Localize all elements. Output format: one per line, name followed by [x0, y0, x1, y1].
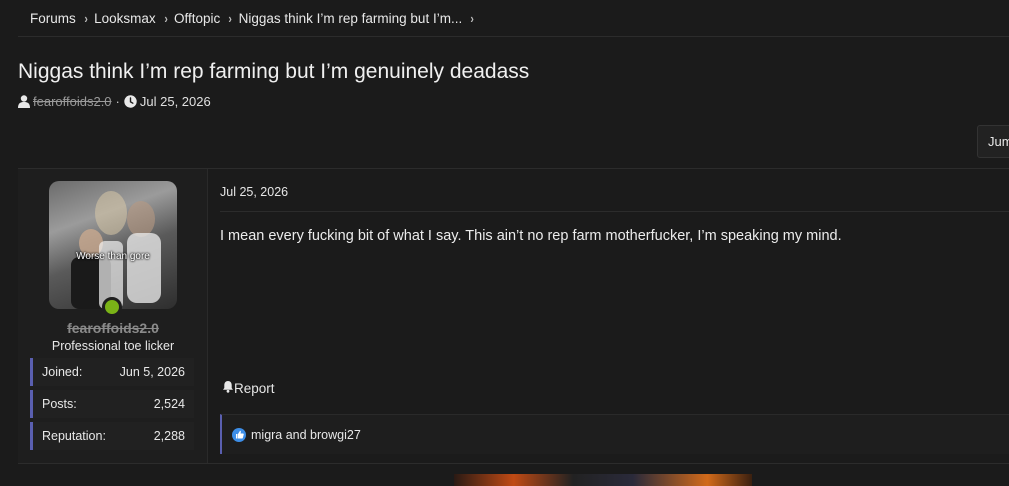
post-message: Jul 25, 2026 I mean every fucking bit of… — [208, 169, 1009, 463]
reactions-users[interactable]: migra and browgi27 — [251, 428, 361, 442]
breadcrumb: Forums › Looksmax › Offtopic › Niggas th… — [18, 0, 1009, 37]
thumbs-up-icon — [232, 427, 246, 442]
stat-label: Reputation: — [42, 429, 106, 443]
chevron-right-icon[interactable]: › — [471, 11, 474, 26]
post-body: I mean every fucking bit of what I say. … — [220, 228, 842, 244]
chevron-right-icon: › — [84, 10, 88, 26]
bell-icon — [222, 380, 234, 396]
stat-posts: Posts: 2,524 — [30, 390, 194, 418]
stat-joined: Joined: Jun 5, 2026 — [30, 358, 194, 386]
page-title: Niggas think I’m rep farming but I’m gen… — [18, 60, 530, 83]
post-username[interactable]: fearoffoids2.0 — [18, 320, 208, 336]
report-label[interactable]: Report — [234, 381, 275, 396]
jump-to-new-button[interactable]: Jum — [977, 125, 1009, 158]
breadcrumb-item-offtopic[interactable]: Offtopic — [174, 11, 220, 26]
stat-label: Joined: — [42, 365, 83, 379]
stat-value: 2,288 — [153, 429, 185, 443]
breadcrumb-label[interactable]: Forums — [30, 11, 76, 26]
breadcrumb-item-forums[interactable]: Forums — [30, 11, 76, 26]
breadcrumb-item-thread[interactable]: Niggas think I’m rep farming but I’m... — [239, 11, 463, 26]
avatar-image — [71, 191, 161, 309]
avatar-caption: Worse than gore — [76, 251, 150, 262]
avatar[interactable]: Worse than gore — [49, 181, 177, 309]
online-status-indicator — [102, 297, 122, 317]
chevron-right-icon: › — [164, 10, 168, 26]
stat-reputation: Reputation: 2,288 — [30, 422, 194, 450]
chevron-right-icon: › — [228, 10, 233, 26]
stat-value[interactable]: 2,524 — [154, 397, 185, 411]
post: Worse than gore fearoffoids2.0 Professio… — [18, 168, 1009, 464]
user-title: Professional toe licker — [51, 339, 175, 353]
thread-date-link[interactable]: Jul 25, 2026 — [140, 94, 211, 109]
clock-icon — [124, 95, 137, 108]
stat-value: Jun 5, 2026 — [119, 365, 185, 379]
breadcrumb-label[interactable]: Niggas think I’m rep farming but I’m... — [239, 11, 463, 26]
stat-label: Posts: — [42, 397, 77, 411]
reactions-bar[interactable]: migra and browgi27 — [220, 414, 1009, 454]
meta-separator: · — [115, 94, 120, 109]
thread-author-link[interactable]: fearoffoids2.0 — [33, 94, 112, 109]
breadcrumb-label[interactable]: Looksmax — [94, 11, 156, 26]
thread-meta: fearoffoids2.0 · Jul 25, 2026 — [18, 94, 211, 109]
breadcrumb-label[interactable]: Offtopic — [174, 11, 220, 26]
next-post-image — [454, 474, 752, 486]
user-icon — [18, 95, 30, 108]
post-user-cell: Worse than gore fearoffoids2.0 Professio… — [18, 169, 208, 463]
post-date-link[interactable]: Jul 25, 2026 — [220, 185, 288, 199]
report-button[interactable]: Report — [222, 380, 275, 396]
breadcrumb-item-looksmax[interactable]: Looksmax — [94, 11, 156, 26]
divider — [220, 211, 1009, 212]
